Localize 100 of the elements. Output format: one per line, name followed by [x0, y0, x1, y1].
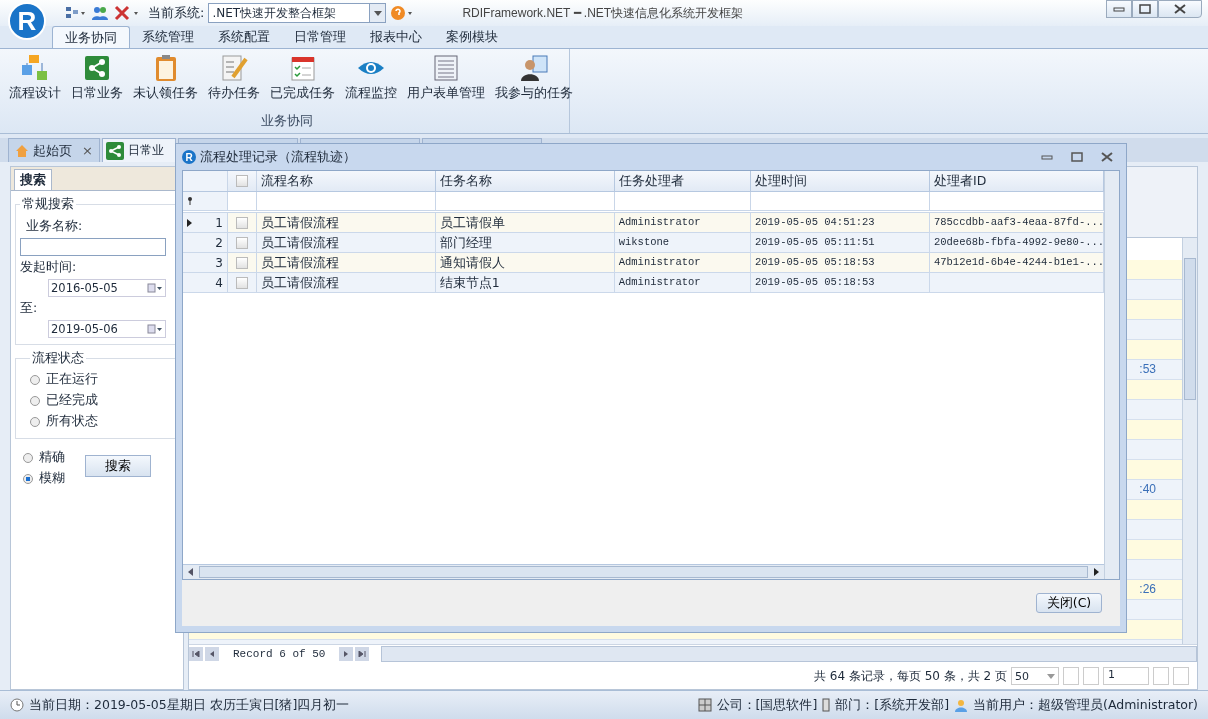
radio-button[interactable]: 所有状态: [30, 411, 174, 432]
maximize-button[interactable]: [1132, 0, 1158, 18]
table-row[interactable]: 4 员工请假流程 结束节点1 Administrator 2019-05-05 05:18:53: [183, 273, 1104, 293]
ribbon-tab[interactable]: 日常管理: [282, 26, 358, 48]
checkbox[interactable]: [235, 216, 248, 229]
current-user: 当前用户：超级管理员(Administrator): [973, 696, 1198, 714]
filter-icon: [187, 197, 193, 205]
table-cell: 20dee68b-fbfa-4992-9e80-...: [933, 236, 1103, 248]
next-button[interactable]: [339, 647, 354, 661]
ribbon-tab[interactable]: 系统管理: [130, 26, 206, 48]
row-header[interactable]: 3: [183, 253, 228, 272]
column-header[interactable]: 任务名称: [435, 171, 615, 191]
field-label: 至:: [20, 300, 39, 317]
page-input[interactable]: 1: [1103, 667, 1149, 685]
table-cell: 通知请假人: [439, 255, 505, 270]
help-icon[interactable]: [390, 5, 415, 21]
checkbox[interactable]: [235, 276, 248, 289]
checkbox[interactable]: [235, 175, 248, 187]
checkbox[interactable]: [235, 236, 248, 249]
calendar-dropdown-icon[interactable]: [147, 324, 163, 334]
page-summary: 共 64 条记录，每页 50 条，共 2 页: [813, 667, 1007, 685]
grid-icon[interactable]: [64, 5, 86, 21]
share-icon: [106, 141, 124, 160]
panel-tab[interactable]: 搜索: [14, 169, 52, 190]
table-cell: wikstone: [618, 236, 670, 248]
column-header[interactable]: 流程名称: [256, 171, 436, 191]
user-icon: [954, 698, 969, 712]
system-dropdown[interactable]: .NET快速开发整合框架: [208, 3, 387, 23]
minimize-button[interactable]: [1106, 0, 1132, 18]
building-icon: [697, 698, 712, 712]
checkbox[interactable]: [235, 256, 248, 269]
table-cell: 2019-05-05 05:18:53: [754, 276, 875, 288]
scroll-right-icon[interactable]: [1092, 568, 1100, 576]
date-picker[interactable]: 2019-05-06: [48, 320, 166, 338]
scroll-left-icon[interactable]: [187, 568, 195, 576]
first-button[interactable]: [189, 647, 203, 661]
scrollbar[interactable]: [381, 646, 1197, 662]
users-icon[interactable]: [90, 5, 110, 21]
ribbon-button[interactable]: 我参与的任务: [490, 53, 578, 113]
document-tab[interactable]: 起始页 ×: [8, 138, 100, 162]
table-cell-text: :40: [1139, 481, 1157, 498]
ribbon-button[interactable]: 未认领任务: [128, 53, 203, 113]
scrollbar[interactable]: [1182, 238, 1197, 644]
next-page-button[interactable]: [1153, 667, 1169, 685]
search-button[interactable]: 搜索: [85, 455, 151, 477]
clock-icon: [10, 698, 24, 712]
column-header[interactable]: 任务处理者: [614, 171, 751, 191]
ribbon-button[interactable]: 待办任务: [203, 53, 265, 113]
radio-button[interactable]: 正在运行: [30, 369, 174, 390]
table-cell: 2019-05-05 04:51:23: [754, 216, 875, 228]
scrollbar[interactable]: [1104, 171, 1119, 579]
document-tab[interactable]: 日常业: [102, 138, 176, 162]
calendar-dropdown-icon[interactable]: [147, 283, 163, 293]
ribbon-button[interactable]: 已完成任务: [265, 53, 340, 113]
table-cell-text: :26: [1139, 581, 1157, 598]
previous-page-button[interactable]: [1083, 667, 1099, 685]
ribbon-tab[interactable]: 报表中心: [358, 26, 434, 48]
row-number: 1: [215, 215, 223, 230]
table-cell: 2019-05-05 05:11:51: [754, 236, 875, 248]
radio-button[interactable]: 模糊: [23, 468, 65, 489]
first-page-button[interactable]: [1063, 667, 1079, 685]
first-icon: [192, 651, 200, 657]
table-cell: 员工请假流程: [260, 275, 339, 290]
table-cell: Administrator: [618, 256, 701, 268]
ribbon-tab[interactable]: 系统配置: [206, 26, 282, 48]
ribbon-button[interactable]: 用户表单管理: [402, 53, 490, 113]
row-number: 3: [215, 255, 223, 270]
user-document-icon: [519, 53, 549, 83]
ribbon-tab[interactable]: 业务协同: [52, 26, 130, 48]
page-size-dropdown[interactable]: 50: [1011, 667, 1059, 685]
column-header[interactable]: 处理时间: [750, 171, 930, 191]
table-row[interactable]: 1 员工请假流程 员工请假单 Administrator 2019-05-05 04:51:23 785ccdbb-aaf3-4eaa-87fd-...: [183, 213, 1104, 233]
radio-button[interactable]: 精确: [23, 447, 65, 468]
close-button[interactable]: [1158, 0, 1202, 18]
table-cell: 结束节点1: [439, 275, 500, 290]
ribbon-tab[interactable]: 案例模块: [434, 26, 510, 48]
ribbon-button[interactable]: 日常业务: [66, 53, 128, 113]
date-picker[interactable]: 2016-05-05: [48, 279, 166, 297]
ribbon-button[interactable]: 流程监控: [340, 53, 402, 113]
table-cell-text: :53: [1139, 361, 1157, 378]
ribbon-group-label: 业务协同: [259, 113, 314, 130]
system-label: 当前系统:: [148, 4, 205, 22]
input-field[interactable]: [20, 238, 166, 256]
group-title: 常规搜索: [21, 195, 75, 213]
minimize-icon: [1041, 154, 1053, 160]
previous-button[interactable]: [205, 647, 219, 661]
table-cell: 员工请假流程: [260, 255, 339, 270]
ribbon-button[interactable]: 流程设计: [4, 53, 66, 113]
last-button[interactable]: [355, 647, 370, 661]
table-row[interactable]: 2 员工请假流程 部门经理 wikstone 2019-05-05 05:11:51 20dee68b-fbfa-4992-9e80-...: [183, 233, 1104, 253]
tab-close-button[interactable]: ×: [82, 143, 93, 158]
scrollbar[interactable]: [183, 564, 1104, 579]
row-number: 4: [215, 275, 223, 290]
row-header[interactable]: 1: [183, 213, 228, 232]
dialog-title: 流程处理记录（流程轨迹）: [200, 148, 356, 166]
close-dialog-button[interactable]: 关闭(C): [1036, 593, 1102, 613]
last-page-button[interactable]: [1173, 667, 1189, 685]
table-cell: 2019-05-05 05:18:53: [754, 256, 875, 268]
table-row[interactable]: 3 员工请假流程 通知请假人 Administrator 2019-05-05 05:18:53 47b12e1d-6b4e-4244-b1e1-...: [183, 253, 1104, 273]
radio-button[interactable]: 已经完成: [30, 390, 174, 411]
